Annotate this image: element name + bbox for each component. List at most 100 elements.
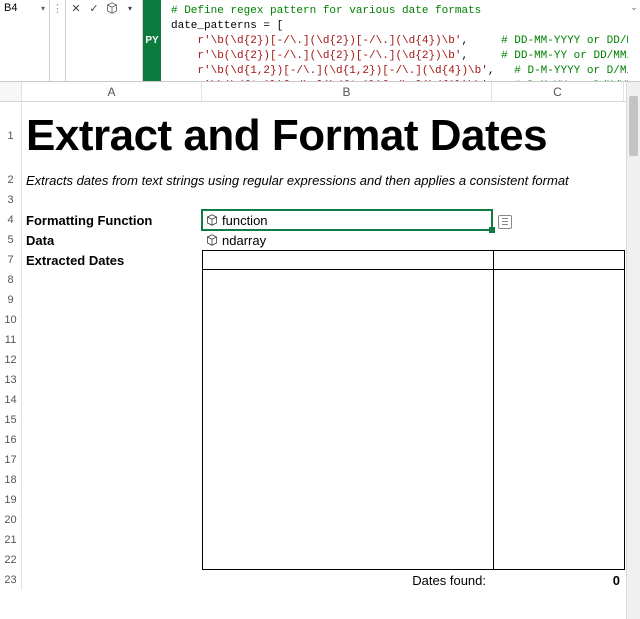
python-object-icon[interactable] [106,2,118,14]
cell[interactable] [22,390,202,410]
formula-bar-expand-icon[interactable]: ⌄ [628,0,640,81]
cell[interactable] [492,510,624,530]
cell-label[interactable]: Data [22,230,202,250]
row-header[interactable]: 18 [0,470,22,490]
select-all-corner[interactable] [0,82,22,101]
cell[interactable] [202,410,492,430]
data-card-icon[interactable] [498,210,512,229]
cell-selected[interactable]: function [202,210,492,230]
cell-dates-found-value[interactable]: 0 [492,570,624,590]
cell[interactable] [202,450,492,470]
row-header[interactable]: 17 [0,450,22,470]
cell[interactable] [492,390,624,410]
row-header[interactable]: 11 [0,330,22,350]
cell[interactable] [492,250,624,270]
column-header-A[interactable]: A [22,82,202,101]
cell[interactable] [492,370,624,390]
row-header[interactable]: 10 [0,310,22,330]
cell[interactable] [492,230,624,250]
confirm-icon[interactable]: ✓ [88,2,100,14]
cell[interactable] [202,290,492,310]
row-header[interactable]: 15 [0,410,22,430]
cell-label[interactable]: Formatting Function [22,210,202,230]
cell[interactable] [202,390,492,410]
row-header[interactable]: 5 [0,230,22,250]
cell[interactable] [492,530,624,550]
cell[interactable] [202,550,492,570]
cell[interactable] [22,330,202,350]
cell-label[interactable]: Extracted Dates [22,250,202,270]
row-header[interactable]: 4 [0,210,22,230]
row-header[interactable]: 3 [0,190,22,210]
cell[interactable] [22,290,202,310]
row-header[interactable]: 14 [0,390,22,410]
worksheet-grid[interactable]: A B C 1 Extract and Format Dates 2 Extra… [0,82,626,619]
vertical-scrollbar[interactable] [626,82,640,619]
cell[interactable] [22,450,202,470]
cell[interactable] [22,410,202,430]
row-header[interactable]: 2 [0,170,22,190]
cell[interactable] [492,290,624,310]
cell[interactable] [202,370,492,390]
row-header[interactable]: 21 [0,530,22,550]
cell[interactable] [492,490,624,510]
cell[interactable] [202,330,492,350]
cell[interactable] [22,530,202,550]
name-box-dropdown-icon[interactable]: ▾ [41,2,45,13]
cell[interactable] [202,310,492,330]
row-header[interactable]: 12 [0,350,22,370]
cell[interactable] [492,430,624,450]
cell[interactable] [202,270,492,290]
column-header-B[interactable]: B [202,82,492,101]
row-header[interactable]: 20 [0,510,22,530]
row-header[interactable]: 16 [0,430,22,450]
cell[interactable] [202,350,492,370]
column-header-C[interactable]: C [492,82,624,101]
cell[interactable] [22,550,202,570]
cell[interactable] [22,490,202,510]
cell[interactable] [202,470,492,490]
scrollbar-thumb[interactable] [629,96,638,156]
cell[interactable] [22,190,202,210]
cell[interactable] [202,510,492,530]
cell-title[interactable]: Extract and Format Dates [22,102,624,170]
cell-dates-found-label[interactable]: Dates found: [202,570,492,590]
row-header[interactable]: 23 [0,570,22,590]
cell[interactable] [202,190,492,210]
cell[interactable] [202,430,492,450]
cell[interactable] [492,450,624,470]
cell[interactable] [492,270,624,290]
cell[interactable] [492,410,624,430]
cell[interactable] [492,330,624,350]
dropdown-caret-icon[interactable]: ▾ [124,2,136,14]
cell[interactable]: ndarray [202,230,492,250]
cell[interactable] [202,530,492,550]
formula-bar-drag-handle[interactable]: ⋮ [50,0,66,81]
formula-code[interactable]: # Define regex pattern for various date … [163,0,628,81]
row-header[interactable]: 22 [0,550,22,570]
cell[interactable] [22,430,202,450]
row-header[interactable]: 9 [0,290,22,310]
row-header[interactable]: 1 [0,102,22,170]
name-box[interactable]: B4 ▾ [0,0,50,81]
cell[interactable] [202,490,492,510]
cell[interactable] [492,190,624,210]
row-header[interactable]: 19 [0,490,22,510]
cell[interactable] [22,470,202,490]
cell[interactable] [22,570,202,590]
cell-subtitle[interactable]: Extracts dates from text strings using r… [22,170,624,190]
cell[interactable] [492,350,624,370]
cell[interactable] [22,370,202,390]
row-header[interactable]: 8 [0,270,22,290]
cell[interactable] [22,510,202,530]
cell[interactable] [492,550,624,570]
row-header[interactable]: 13 [0,370,22,390]
cell[interactable] [22,350,202,370]
cell[interactable] [492,310,624,330]
cancel-icon[interactable]: ✕ [70,2,82,14]
cell[interactable] [202,250,492,270]
cell[interactable] [22,310,202,330]
cell[interactable] [492,470,624,490]
cell[interactable] [22,270,202,290]
row-header[interactable]: 7 [0,250,22,270]
